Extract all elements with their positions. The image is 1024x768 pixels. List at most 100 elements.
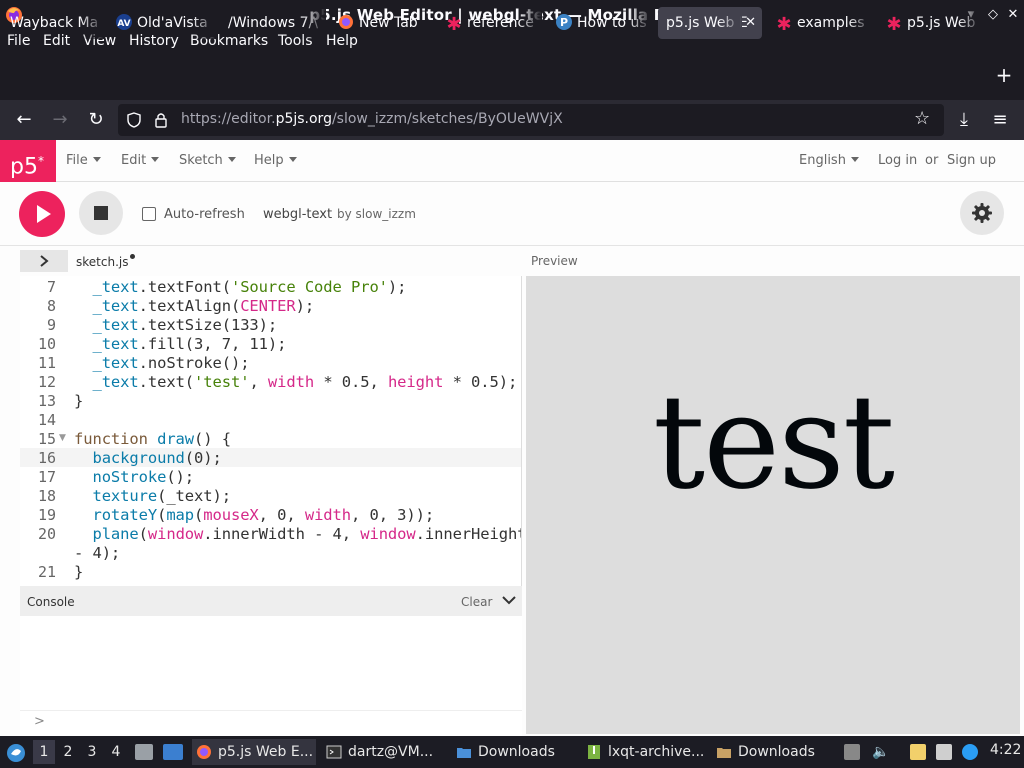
- file-tab-sketch-js[interactable]: sketch.js: [76, 254, 136, 269]
- code-token: function: [74, 430, 158, 448]
- code-line-20-wrap: - 4);: [74, 544, 121, 562]
- storage-icon[interactable]: [844, 744, 860, 760]
- tab-windows7[interactable]: /Windows 7/\: [220, 7, 326, 39]
- shield-icon[interactable]: [126, 112, 142, 128]
- clipboard-icon[interactable]: [910, 744, 926, 760]
- tab-close-icon[interactable]: ✕: [745, 7, 756, 39]
- console-clear-button[interactable]: Clear: [461, 595, 492, 609]
- code-line-17: noStroke();: [74, 468, 194, 486]
- unsaved-dot-icon: [130, 254, 136, 259]
- forward-icon[interactable]: →: [48, 108, 72, 132]
- p5-menu-sketch[interactable]: Sketch: [179, 153, 236, 168]
- new-tab-icon[interactable]: +: [992, 63, 1016, 87]
- tab-p5-web[interactable]: ✱ p5.js Web: [878, 7, 982, 39]
- code-line-20: plane(window.innerWidth - 4, window.inne…: [74, 525, 521, 543]
- p5-menu-edit[interactable]: Edit: [121, 153, 160, 168]
- login-link[interactable]: Log in: [878, 153, 917, 168]
- tab-label: New Tab: [359, 15, 418, 31]
- desktop-launcher-icon[interactable]: [163, 744, 183, 760]
- downloads-icon[interactable]: ⤓: [952, 108, 976, 132]
- signup-link[interactable]: Sign up: [947, 153, 996, 168]
- clock[interactable]: 4:22: [990, 742, 1021, 758]
- code-token: width: [267, 373, 315, 391]
- code-editor[interactable]: 7 8 9 10 11 12 13 14 15 ▼ 16 17 18 19 20…: [20, 276, 522, 586]
- tab-newtab[interactable]: New Tab: [330, 7, 442, 39]
- taskbar-item-downloads-2[interactable]: Downloads: [712, 739, 836, 765]
- taskbar-item-label: Downloads: [738, 744, 815, 760]
- taskbar-item-archiver[interactable]: lxqt-archive...: [582, 739, 706, 765]
- tab-reference[interactable]: ✱ reference: [438, 7, 542, 39]
- volume-icon[interactable]: 🔈: [872, 744, 889, 760]
- code-token: window: [147, 525, 204, 543]
- p5-menu-help[interactable]: Help: [254, 153, 297, 168]
- code-token: .text(: [138, 373, 195, 391]
- menu-label: File: [66, 153, 88, 168]
- code-token: .innerWidth - 4,: [203, 525, 361, 543]
- workspace-4[interactable]: 4: [105, 740, 127, 764]
- line-number: 12: [37, 373, 56, 391]
- code-token: * 0.5,: [314, 373, 388, 391]
- code-token: (: [194, 506, 204, 524]
- language-label: English: [799, 153, 846, 168]
- code-token: plane: [92, 525, 139, 543]
- console-panel: Console Clear: [20, 586, 522, 710]
- screen: p5.js Web Editor | webgl-text — Mozilla …: [0, 0, 1024, 768]
- code-line-8: _text.textAlign(CENTER);: [74, 297, 314, 315]
- code-token: .noStroke();: [138, 354, 250, 372]
- code-token: ,: [249, 373, 268, 391]
- code-token: .textAlign(: [138, 297, 241, 315]
- p5-menu-file[interactable]: File: [66, 153, 101, 168]
- url-bar[interactable]: https://editor.p5js.org/slow_izzm/sketch…: [118, 104, 944, 136]
- p5-logo[interactable]: p5*: [0, 140, 56, 182]
- auto-refresh-checkbox[interactable]: [142, 207, 156, 221]
- code-token: (0);: [184, 449, 222, 467]
- sketch-author: by slow_izzm: [337, 207, 416, 221]
- code-token: * 0.5);: [443, 373, 518, 391]
- workspace-1[interactable]: 1: [33, 740, 55, 764]
- play-button[interactable]: [19, 191, 65, 237]
- sketch-preview[interactable]: test: [526, 276, 1020, 734]
- reload-icon[interactable]: ↻: [84, 108, 108, 132]
- back-icon[interactable]: ←: [12, 108, 36, 132]
- fold-arrow-icon[interactable]: ▼: [59, 433, 66, 443]
- caret-down-icon: [92, 157, 101, 162]
- tab-howto[interactable]: P How to us: [548, 7, 652, 39]
- menu-label: Help: [254, 153, 284, 168]
- language-selector[interactable]: English: [799, 153, 859, 168]
- chevron-down-icon[interactable]: [501, 592, 517, 608]
- line-number: 13: [37, 392, 56, 410]
- line-number: 16: [37, 449, 56, 467]
- workspace-2[interactable]: 2: [57, 740, 79, 764]
- taskbar-item-firefox[interactable]: p5.js Web E...: [192, 739, 316, 765]
- bookmark-star-icon[interactable]: ☆: [914, 108, 930, 129]
- taskbar-item-downloads[interactable]: Downloads: [452, 739, 576, 765]
- code-token: .textSize(133);: [138, 316, 278, 334]
- stop-button[interactable]: [79, 191, 123, 235]
- keyboard-icon[interactable]: [936, 744, 952, 760]
- tab-wayback[interactable]: Wayback Ma: [2, 7, 104, 39]
- code-line-10: _text.fill(3, 7, 11);: [74, 335, 286, 353]
- settings-button[interactable]: [960, 191, 1004, 235]
- tab-oldavista[interactable]: AV Old'aVista: [108, 7, 216, 39]
- taskbar-item-terminal[interactable]: dartz@VM...: [322, 739, 446, 765]
- restore-icon[interactable]: ◇: [984, 6, 1002, 24]
- console-input[interactable]: >: [20, 710, 522, 736]
- network-icon[interactable]: [962, 744, 978, 760]
- tab-p5-editor-active[interactable]: p5.js Web E ✕: [658, 7, 762, 39]
- lxqt-start-icon[interactable]: [6, 743, 26, 763]
- code-line-19: rotateY(map(mouseX, 0, width, 0, 3));: [74, 506, 434, 524]
- workspace-3[interactable]: 3: [81, 740, 103, 764]
- close-icon[interactable]: ✕: [1004, 6, 1022, 24]
- expand-sidebar-button[interactable]: [20, 250, 68, 272]
- file-manager-launcher-icon[interactable]: [135, 744, 153, 760]
- url-text[interactable]: https://editor.p5js.org/slow_izzm/sketch…: [181, 111, 563, 127]
- sketch-name[interactable]: webgl-text: [263, 207, 332, 222]
- hamburger-menu-icon[interactable]: ≡: [988, 108, 1012, 132]
- lock-icon[interactable]: [154, 112, 168, 128]
- p5-star-icon: ✱: [776, 14, 792, 35]
- url-path: /slow_izzm/sketches/ByOUeWVjX: [331, 111, 563, 127]
- tab-examples[interactable]: ✱ examples: [768, 7, 872, 39]
- code-token: , 0,: [258, 506, 305, 524]
- code-token: background: [92, 449, 185, 467]
- console-prompt: >: [34, 714, 45, 729]
